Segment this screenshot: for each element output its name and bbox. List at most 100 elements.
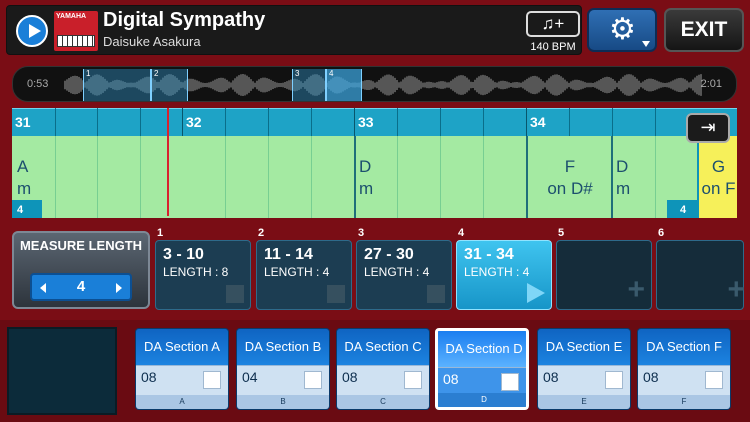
slot-range: 11 - 14 [264,246,313,263]
bar-tick [182,108,183,136]
loop-slot[interactable]: 27 - 30 LENGTH : 4 [356,240,452,310]
section-letter: D [438,393,526,407]
bar-line [354,136,356,218]
loop-slot-empty[interactable]: + [656,240,745,310]
slot-number: 5 [558,227,565,239]
section-pad[interactable]: DA Section E 08 E [537,328,631,410]
measure-length-panel: MEASURE LENGTH 4 [12,231,150,309]
play-button[interactable] [16,15,48,47]
beat-line [97,136,98,218]
section-value: 08 [342,369,358,385]
chord-label[interactable]: G on F [700,156,737,200]
section-toggle[interactable] [203,371,221,389]
chord-root: D [616,157,629,176]
play-icon [527,283,545,303]
section-pad[interactable]: DA Section F 08 F [637,328,731,410]
section-value: 08 [443,371,459,387]
section-value: 08 [141,369,157,385]
loop-end-marker: 4 [680,204,687,216]
beat-line [225,136,226,218]
gear-icon: ⚙ [609,13,636,46]
loop-slot-empty[interactable]: + [556,240,652,310]
beat-tick [483,108,484,136]
section-toggle[interactable] [501,373,519,391]
bar-tick [354,108,355,136]
tempo-bpm: 140 BPM [530,41,576,53]
waveform-overview[interactable]: 0:53 2:01 1 2 3 4 [12,66,737,102]
measure-number: 34 [530,114,546,130]
loop-segment-marker[interactable]: 2 [151,69,188,101]
section-name: DA Section E [538,329,630,365]
section-pad[interactable]: DA Section A 08 A [135,328,229,410]
artist-name: Daisuke Asakura [103,34,201,49]
measure-ruler[interactable]: 31 32 33 34 [12,108,737,136]
slot-length: LENGTH : 8 [163,265,229,279]
tempo-button[interactable]: ♫+ [526,11,580,37]
measure-number: 31 [15,114,31,130]
measure-number: 32 [186,114,202,130]
measure-length-stepper[interactable]: 4 [30,273,132,301]
section-name: DA Section A [136,329,228,365]
loop-slot[interactable]: 11 - 14 LENGTH : 4 [256,240,352,310]
section-name: DA Section B [237,329,329,365]
chord-label[interactable]: F on D# [530,156,610,200]
chord-quality: on F [701,179,736,198]
section-pad-active[interactable]: DA Section D 08 D [435,328,529,410]
beat-tick [140,108,141,136]
slot-length: LENGTH : 4 [464,265,530,279]
chord-quality: m [616,179,631,198]
section-pad[interactable]: DA Section C 08 C [336,328,430,410]
section-toggle[interactable] [705,371,723,389]
section-name: DA Section C [337,329,429,365]
exit-button[interactable]: EXIT [664,8,744,52]
settings-button[interactable]: ⚙ [587,8,657,52]
keyboard-graphic [57,35,95,47]
bar-line [526,136,528,218]
chord-lane[interactable]: A m D m F on D# D m G on F 4 4 [12,136,737,218]
section-letter: F [638,395,730,409]
beat-line [397,136,398,218]
slot-range: 31 - 34 [464,246,514,263]
section-toggle[interactable] [404,371,422,389]
loop-segment-marker[interactable]: 1 [83,69,151,101]
arrow-right-bar-icon: ⇥ [700,117,716,137]
loop-expand-button[interactable]: ⇥ [686,113,730,143]
segment-label: 2 [154,69,159,78]
chord-label[interactable]: D m [616,156,630,200]
increment-arrow-icon[interactable] [116,283,122,293]
slot-length: LENGTH : 4 [264,265,330,279]
chord-quality: on D# [547,179,593,198]
beat-line [55,136,56,218]
beat-tick [268,108,269,136]
chord-quality: m [359,179,374,198]
section-toggle[interactable] [605,371,623,389]
beat-line [311,136,312,218]
section-pad[interactable]: DA Section B 04 B [236,328,330,410]
section-letter: B [237,395,329,409]
loop-slot[interactable]: 3 - 10 LENGTH : 8 [155,240,251,310]
chord-root: F [564,157,576,176]
beat-tick [612,108,613,136]
chord-label[interactable]: A m [17,156,31,200]
loop-segment-marker-active[interactable]: 4 [326,69,362,101]
add-icon: + [627,273,645,306]
slot-range: 27 - 30 [364,246,414,263]
segment-label: 3 [295,69,300,78]
section-preview [7,327,117,415]
section-toggle[interactable] [304,371,322,389]
song-thumbnail: YAMAHA [54,11,98,51]
loop-slot-active[interactable]: 31 - 34 LENGTH : 4 [456,240,552,310]
slot-range: 3 - 10 [163,246,204,263]
playhead[interactable] [167,108,169,216]
app-frame: YAMAHA Digital Sympathy Daisuke Asakura … [0,0,750,422]
slot-number: 6 [658,227,665,239]
chord-label[interactable]: D m [359,156,373,200]
section-letter: A [136,395,228,409]
beat-tick [97,108,98,136]
loop-segment-marker[interactable]: 3 [292,69,326,101]
stop-icon [427,285,445,303]
chevron-down-icon [642,41,650,47]
thumbnail-brand: YAMAHA [56,13,87,20]
slot-number: 4 [458,227,465,239]
chord-root: D [359,157,372,176]
